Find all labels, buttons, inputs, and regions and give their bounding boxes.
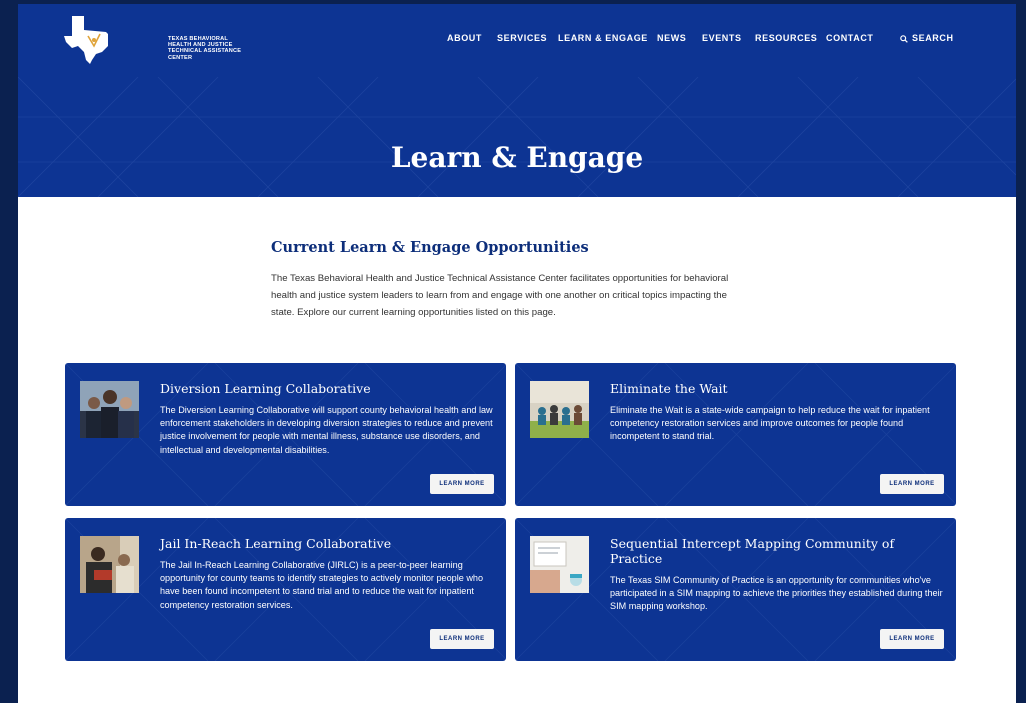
section-heading: Current Learn & Engage Opportunities bbox=[271, 239, 589, 256]
nav-item-services[interactable]: SERVICES bbox=[497, 33, 547, 43]
nav-item-resources[interactable]: RESOURCES bbox=[755, 33, 817, 43]
banner-pattern bbox=[18, 77, 1016, 197]
intro-section: Current Learn & Engage Opportunities The… bbox=[271, 239, 751, 321]
page-title: Learn & Engage bbox=[390, 140, 644, 174]
nav-item-events[interactable]: EVENTS bbox=[702, 33, 742, 43]
search-label: SEARCH bbox=[912, 33, 954, 43]
card-description: Eliminate the Wait is a state-wide campa… bbox=[610, 405, 930, 442]
page-banner: Learn & Engage bbox=[18, 77, 1016, 197]
nav-item-learn-engage[interactable]: LEARN & ENGAGE bbox=[558, 33, 648, 43]
learn-more-button[interactable]: LEARN MORE bbox=[430, 474, 494, 494]
card-description: The Diversion Learning Collaborative wil… bbox=[160, 405, 493, 455]
card-description: The Jail In-Reach Learning Collaborative… bbox=[160, 560, 483, 610]
page: Texas Behavioral Health and Justice Tech… bbox=[18, 4, 1016, 703]
intro-text: The Texas Behavioral Health and Justice … bbox=[271, 273, 729, 318]
card-title: Diversion Learning Collaborative bbox=[160, 381, 371, 396]
logo-text: Texas Behavioral Health and Justice Tech… bbox=[168, 36, 242, 61]
card-sim-community-of-practice: Sequential Intercept Mapping Community o… bbox=[515, 518, 956, 661]
learn-more-button[interactable]: LEARN MORE bbox=[880, 474, 944, 494]
nav-item-contact[interactable]: CONTACT bbox=[826, 33, 874, 43]
search-icon bbox=[900, 34, 908, 43]
card-eliminate-the-wait: Eliminate the Wait Eliminate the Wait is… bbox=[515, 363, 956, 506]
card-diversion-learning-collaborative: Diversion Learning Collaborative The Div… bbox=[65, 363, 506, 506]
site-header: Texas Behavioral Health and Justice Tech… bbox=[18, 4, 1016, 77]
texas-map-icon bbox=[64, 16, 108, 64]
card-description: The Texas SIM Community of Practice is a… bbox=[610, 575, 943, 612]
card-jail-in-reach-learning-collaborative: Jail In-Reach Learning Collaborative The… bbox=[65, 518, 506, 661]
learn-more-button[interactable]: LEARN MORE bbox=[880, 629, 944, 649]
site-logo[interactable]: Texas Behavioral Health and Justice Tech… bbox=[64, 16, 241, 64]
nav-item-news[interactable]: NEWS bbox=[657, 33, 686, 43]
card-title: Sequential Intercept Mapping Community o… bbox=[610, 536, 895, 566]
card-photo bbox=[80, 381, 139, 438]
card-photo bbox=[80, 536, 139, 593]
card-photo bbox=[530, 536, 589, 593]
card-photo bbox=[530, 381, 589, 438]
card-title: Jail In-Reach Learning Collaborative bbox=[160, 536, 392, 551]
card-title: Eliminate the Wait bbox=[610, 381, 728, 396]
nav-item-about[interactable]: ABOUT bbox=[447, 33, 482, 43]
learn-more-button[interactable]: LEARN MORE bbox=[430, 629, 494, 649]
nav-item-search[interactable]: SEARCH bbox=[900, 33, 954, 43]
